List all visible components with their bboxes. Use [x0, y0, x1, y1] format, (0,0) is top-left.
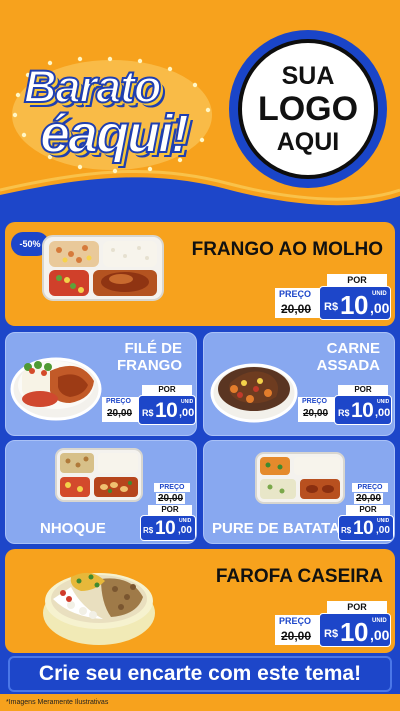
- cta-create-flyer-button[interactable]: Crie seu encarte com este tema!: [8, 656, 392, 692]
- price-old-value: 20,00: [303, 408, 329, 419]
- logo-placeholder[interactable]: SUA LOGO AQUI: [238, 39, 378, 179]
- product-name-line2: ASSADA: [316, 356, 380, 374]
- food-image-nhoque: [55, 448, 143, 502]
- price-integer: 10: [340, 290, 368, 320]
- food-image-frango-ao-molho: [42, 235, 164, 301]
- price-integer: 10: [155, 399, 178, 422]
- product-name: FRANGO AO MOLHO: [191, 239, 383, 260]
- brand-word-e-aqui: éaqui!: [39, 103, 190, 165]
- unit-label: UNID: [377, 518, 390, 524]
- price-new-box: R$ 10 UNID ,00: [319, 286, 391, 320]
- price-old-box: PREÇO 20,00: [275, 615, 321, 645]
- price-por-label: POR: [346, 505, 390, 515]
- price-integer: 10: [351, 399, 374, 422]
- price-preco-label: PREÇO: [154, 483, 190, 492]
- price-old-value: 20,00: [281, 629, 312, 643]
- price-old-value: 20,00: [107, 408, 133, 419]
- price-cents: ,00: [375, 407, 391, 419]
- unit-label: UNID: [377, 399, 390, 405]
- price-por-label: POR: [148, 505, 192, 515]
- price-tag: PREÇO 20,00 POR R$ 10 UNID ,00: [338, 471, 394, 543]
- product-name: FILÉ DE FRANGO: [117, 340, 182, 374]
- unit-label: UNID: [181, 399, 194, 405]
- price-new-box: R$ 10 UNID ,00: [319, 613, 391, 647]
- price-tag: POR PREÇO 20,00 R$ 10 UNID ,00: [275, 274, 393, 322]
- price-old-value: 20,00: [354, 493, 384, 504]
- price-preco-label: PREÇO: [106, 398, 131, 405]
- price-integer: 10: [340, 617, 368, 647]
- price-cents: ,00: [376, 525, 390, 536]
- logo-text-line1: SUA: [281, 62, 335, 90]
- food-image-file-de-frango: [10, 357, 102, 421]
- product-name: PURE DE BATATA: [212, 520, 341, 537]
- price-old-box: PREÇO 20,00: [275, 288, 321, 318]
- product-card-carne-assada[interactable]: CARNE ASSADA POR PREÇO 20,00 R$ 10 UNID …: [203, 332, 395, 436]
- price-new-box: R$ 10 UNID ,00: [140, 515, 196, 541]
- logo-text-line3: AQUI: [276, 128, 340, 156]
- price-old-value: 20,00: [281, 302, 312, 316]
- product-card-file-de-frango[interactable]: FILÉ DE FRANGO POR PREÇO 20,00 R$ 10 UNI…: [5, 332, 197, 436]
- price-tag: PREÇO 20,00 POR R$ 10 UNID ,00: [140, 471, 196, 543]
- product-card-farofa-caseira[interactable]: FAROFA CASEIRA POR PREÇO 20,00 R$ 10 UNI…: [5, 549, 395, 653]
- price-preco-label: PREÇO: [279, 289, 312, 299]
- price-old-box: PREÇO 20,00: [298, 397, 336, 422]
- header: Barato éaqui! SUA LOGO AQUI: [0, 0, 400, 232]
- price-cents: ,00: [370, 627, 390, 643]
- food-image-farofa-caseira: [43, 572, 155, 645]
- food-image-pure-de-batata: [255, 452, 345, 504]
- product-name: FAROFA CASEIRA: [215, 566, 383, 587]
- brand-logo: Barato éaqui!: [10, 55, 215, 175]
- logo-text-line2: LOGO: [257, 90, 359, 128]
- price-new-box: R$ 10 UNID ,00: [334, 395, 392, 425]
- price-por-label: POR: [327, 601, 387, 613]
- price-tag: POR PREÇO 20,00 R$ 10 UNID ,00: [298, 385, 392, 425]
- currency-label: R$: [341, 526, 352, 535]
- price-old-value: 20,00: [156, 493, 186, 504]
- price-integer: 10: [155, 518, 176, 539]
- product-name-line2: FRANGO: [117, 356, 182, 374]
- product-card-frango-ao-molho[interactable]: -50% FRANGO AO MOLHO POR PREÇO 20,00 R$ …: [5, 222, 395, 326]
- price-tag: POR PREÇO 20,00 R$ 10 UNID ,00: [275, 601, 393, 649]
- unit-label: UNID: [372, 291, 387, 297]
- price-old-box: PREÇO 20,00: [102, 397, 140, 422]
- price-new-box: R$ 10 UNID ,00: [338, 515, 394, 541]
- price-preco-label: PREÇO: [352, 483, 388, 492]
- price-cents: ,00: [178, 525, 192, 536]
- price-preco-label: PREÇO: [279, 616, 312, 626]
- product-card-nhoque[interactable]: NHOQUE PREÇO 20,00 POR R$ 10 UNID ,00: [5, 440, 197, 544]
- product-name-line1: CARNE: [326, 340, 380, 357]
- footer-disclaimer: *Imagens Meramente Ilustrativas: [0, 694, 400, 711]
- price-por-label: POR: [327, 274, 387, 286]
- unit-label: UNID: [372, 618, 387, 624]
- product-name: NHOQUE: [40, 520, 106, 537]
- currency-label: R$: [143, 526, 154, 535]
- currency-label: R$: [142, 408, 154, 418]
- price-integer: 10: [353, 518, 374, 539]
- product-name: CARNE ASSADA: [316, 340, 380, 374]
- currency-label: R$: [324, 301, 339, 313]
- price-tag: POR PREÇO 20,00 R$ 10 UNID ,00: [102, 385, 196, 425]
- price-por-label: POR: [142, 385, 192, 395]
- price-cents: ,00: [179, 407, 195, 419]
- product-name-line1: FILÉ DE: [124, 340, 182, 357]
- price-cents: ,00: [370, 300, 390, 316]
- product-card-pure-de-batata[interactable]: PURE DE BATATA PREÇO 20,00 POR R$ 10 UNI…: [203, 440, 395, 544]
- unit-label: UNID: [179, 518, 192, 524]
- price-por-label: POR: [338, 385, 388, 395]
- price-new-box: R$ 10 UNID ,00: [138, 395, 196, 425]
- price-preco-label: PREÇO: [302, 398, 327, 405]
- food-image-carne-assada: [210, 363, 298, 423]
- currency-label: R$: [324, 628, 339, 640]
- currency-label: R$: [338, 408, 350, 418]
